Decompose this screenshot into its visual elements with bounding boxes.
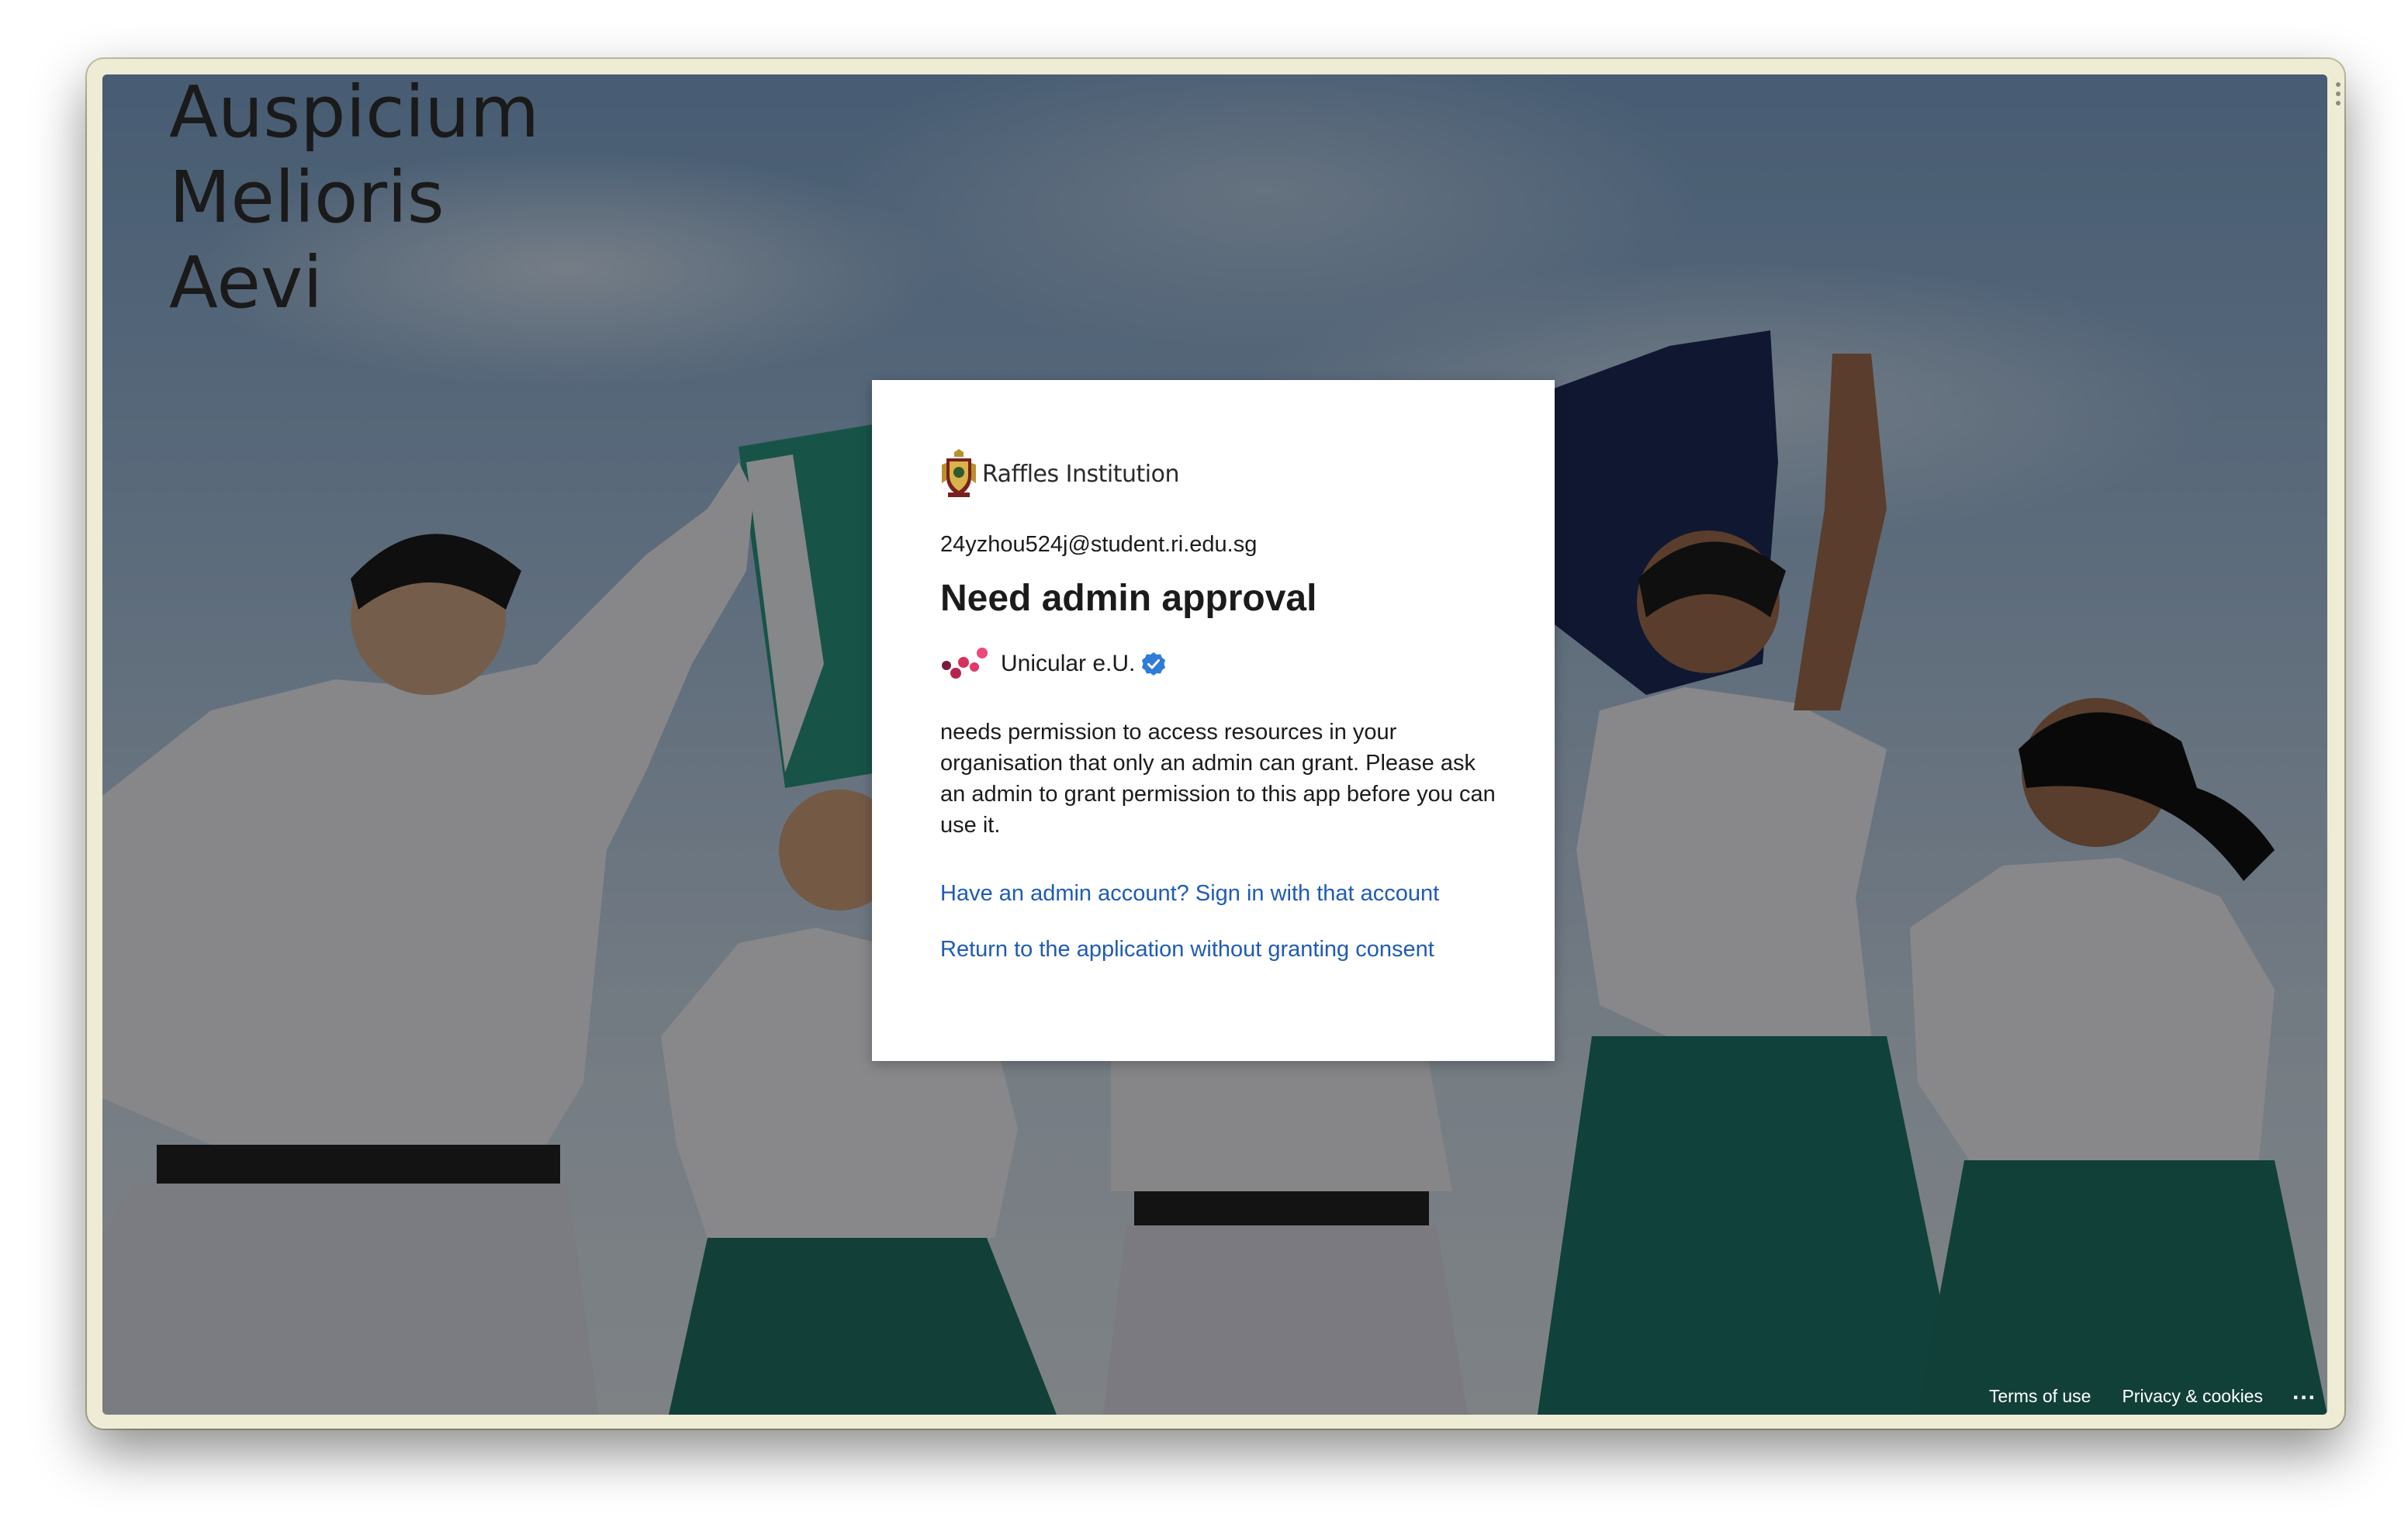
org-name: Raffles Institution	[982, 460, 1179, 488]
org-logo: Raffles Institution	[940, 448, 1486, 499]
motto-line: Auspicium	[169, 74, 540, 154]
account-email: 24yzhou524j@student.ri.edu.sg	[940, 532, 1258, 557]
sign-in-admin-link[interactable]: Have an admin account? Sign in with that…	[940, 878, 1486, 909]
motto-line: Aevi	[169, 241, 323, 324]
raffles-crest-icon	[942, 449, 976, 497]
browser-window: Auspicium Melioris Aevi Terms of use Pri…	[87, 59, 2344, 1429]
verified-badge-icon[interactable]	[1141, 651, 1166, 676]
admin-approval-dialog: Raffles Institution 24yzhou524j@student.…	[872, 380, 1555, 1061]
motto-line: Melioris	[169, 156, 445, 239]
page-title: Need admin approval	[940, 578, 1317, 619]
privacy-cookies-link[interactable]: Privacy & cookies	[2122, 1386, 2263, 1407]
unicular-logo-icon	[942, 648, 988, 679]
motto-text: Auspicium Melioris Aevi	[169, 74, 539, 326]
app-identity: Unicular e.U.	[940, 642, 1486, 686]
terms-of-use-link[interactable]: Terms of use	[1989, 1386, 2091, 1407]
page-footer: Terms of use Privacy & cookies ...	[1958, 1380, 2316, 1407]
return-without-consent-link[interactable]: Return to the application without granti…	[940, 934, 1486, 965]
ellipsis-icon[interactable]: ...	[2292, 1380, 2316, 1403]
permission-message: needs permission to access resources in …	[940, 720, 1496, 838]
app-name: Unicular e.U.	[1001, 651, 1136, 676]
window-resize-grip[interactable]	[2335, 82, 2341, 105]
